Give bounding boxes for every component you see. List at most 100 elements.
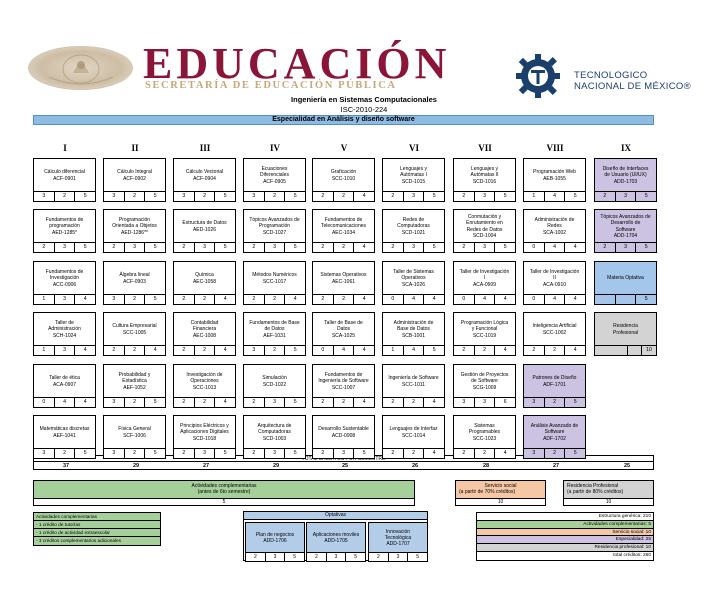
subject-card[interactable]: Fundamentos de Base de Datos AEF-1031 3 2 5 [243, 312, 306, 356]
subject-credits: 32 5 [104, 448, 165, 458]
subject-card[interactable]: Graficación SCC-1010 2 2 4 [312, 158, 375, 202]
credit-cell: 2 [313, 398, 334, 407]
subject-card[interactable]: Lenguajes de Interfaz SCC-1014 2 2 4 [382, 415, 445, 459]
subject-card[interactable]: Taller de ética ACA-0907 0 4 4 [33, 364, 96, 408]
semester-header: VIII [546, 143, 564, 153]
subject-name: Álgebra lineal ACF-0903 [119, 272, 150, 285]
subject-card[interactable]: Arquitectura de Computadoras SCD-1003 2 3 5 [243, 415, 306, 459]
subject-credits: 044 [524, 242, 585, 252]
semester-header: V [340, 143, 348, 153]
credit-cell: 2 [34, 243, 55, 252]
credit-cell: 5 [153, 450, 157, 456]
subject-card[interactable]: Programación Web AEB-1055 1 4 5 [523, 158, 586, 202]
credit-cell: 5 [573, 193, 577, 199]
subject-card[interactable]: Simulación SCD-1022 2 3 5 [243, 364, 306, 408]
subject-card[interactable]: Contabilidad Financiera AEC-1008 2 2 4 [173, 312, 236, 356]
subject-credits: 22 4 [454, 448, 515, 458]
subject-card[interactable]: Administración de Redes SCA-1002 0 4 4 [523, 209, 586, 253]
subject-card[interactable]: Tópicos Avanzados de Desarrollo de Softw… [594, 209, 657, 253]
subject-card[interactable]: Análisis Avanzado de Software ADF-1702 3 2… [523, 415, 586, 459]
subject-card[interactable]: Métodos Numéricos SCC-1017 2 2 4 [243, 261, 306, 305]
credit-cell: 3 [475, 243, 496, 252]
subject-card[interactable]: Investigación de Operaciones SCC-1013 2 2 4 [173, 364, 236, 408]
total-credits-value: 29 [272, 463, 280, 469]
subject-card[interactable]: Química AEC-1058 2 2 4 [173, 261, 236, 305]
subject-card[interactable]: Cultura Empresarial SCC-1005 2 2 4 [103, 312, 166, 356]
subject-card[interactable]: Materia Optativa 5 [594, 261, 657, 305]
optativa-card[interactable]: Innovación Tecnológica ADD-1707 2 3 5 [368, 522, 428, 562]
subject-card[interactable]: Tópicos Avanzados de Programación SCD-10… [243, 209, 306, 253]
subject-credits: 32 5 [524, 397, 585, 407]
subject-card[interactable]: Lenguajes y Autómatas I SCD-1015 2 3 5 [382, 158, 445, 202]
subject-credits: 22 4 [244, 294, 305, 304]
subject-card[interactable]: Cálculo Integral ACF-0902 3 2 5 [103, 158, 166, 202]
subject-card[interactable]: Taller de Investigación I ACA-0909 0 4 4 [453, 261, 516, 305]
subject-card[interactable]: Cálculo diferencial ACF-0901 3 2 5 [33, 158, 96, 202]
subject-credits: 32 5 [244, 345, 305, 355]
subject-card[interactable]: Matemáticas discretas AEF-1041 3 2 5 [33, 415, 96, 459]
subject-name: Taller de Investigación II ACA-0910 [529, 269, 580, 288]
subject-card[interactable]: Principios Eléctricos y Aplicaciones Dig… [173, 415, 236, 459]
subject-card[interactable]: Álgebra lineal ACF-0903 3 2 5 [103, 261, 166, 305]
subject-card[interactable]: Fundamentos de Ingeniería de Software SC… [312, 364, 375, 408]
subject-name: Investigación de Operaciones SCC-1013 [186, 372, 223, 391]
credit-cell: 5 [83, 450, 87, 456]
subject-name: Administración de Redes SCA-1002 [534, 217, 575, 236]
subject-name: Contabilidad Financiera AEC-1008 [190, 320, 219, 339]
total-credits-value: 27 [552, 463, 560, 469]
subject-card[interactable]: Sistemas Operativos AEC-1061 2 2 4 [312, 261, 375, 305]
subject-card[interactable]: Patrones de Diseño ADF-1701 3 2 5 [523, 364, 586, 408]
subject-card[interactable]: Inteligencia Artificial SCC-1002 2 2 4 [523, 312, 586, 356]
subject-credits: 32 5 [34, 191, 95, 201]
subject-card[interactable]: Administración de Base de Datos SCB-1001… [382, 312, 445, 356]
subject-card[interactable]: Redes de Computadoras SCD-1021 2 3 5 [382, 209, 445, 253]
subject-card[interactable]: Desarrollo Sustentable ACD-0908 2 3 5 [312, 415, 375, 459]
subject-name: Gestión de Proyectos de Software SCG-100… [460, 372, 509, 391]
subject-card[interactable]: Física General SCF-1006 3 2 5 [103, 415, 166, 459]
subject-card[interactable]: Diseño de Interfaces de Usuario (UI/UX) … [594, 158, 657, 202]
credit-cell: 4 [573, 296, 577, 302]
subject-card[interactable]: Gestión de Proyectos de Software SCG-100… [453, 364, 516, 408]
subject-name: Fundamentos de Investigación ACC-0906 [45, 269, 84, 288]
credit-cell: 3 [524, 449, 545, 458]
subject-card[interactable]: Conmutación y Enrutamiento en Redes de D… [453, 209, 516, 253]
credit-cell: 0 [454, 295, 475, 304]
credit-cell: 2 [307, 553, 327, 561]
credit-cell: 4 [362, 244, 366, 250]
optativa-name: Aplicaciones moviles ADD-1705 [312, 532, 360, 544]
subject-card[interactable]: Fundamentos de Investigación ACC-0906 1 3 4 [33, 261, 96, 305]
subject-card[interactable]: Cálculo Vectorial ACF-0904 3 2 5 [173, 158, 236, 202]
credit-cell: 2 [174, 346, 195, 355]
tecnm-logo-text: TECNOLOGICO NACIONAL DE MÉXICO® [574, 70, 691, 92]
credit-cell: 3 [475, 192, 496, 201]
subject-card[interactable]: Probabilidad y Estadística AEF-1052 3 2 5 [103, 364, 166, 408]
subject-card[interactable]: Fundamentos de Telecomunicaciones AEC-10… [312, 209, 375, 253]
subject-card[interactable]: Taller de Administración SCH-1024 1 3 4 [33, 312, 96, 356]
subject-card[interactable]: Sistemas Programables SCC-1023 2 2 4 [453, 415, 516, 459]
subject-name: Simulación SCD-1022 [262, 375, 287, 388]
credit-cell: 3 [265, 398, 286, 407]
subject-card[interactable]: Taller de Base de Datos SCA-1025 0 4 4 [312, 312, 375, 356]
credit-cell: 5 [573, 450, 577, 456]
credit-cell: 2 [454, 449, 475, 458]
optativa-card[interactable]: Aplicaciones moviles ADD-1705 2 3 5 [306, 522, 366, 562]
subject-card[interactable]: Estructura de Datos AED-1026 2 3 5 [173, 209, 236, 253]
subject-card[interactable]: Taller de Sistemas Operativos SCA-1026 0 4… [382, 261, 445, 305]
subject-credits: 14 5 [383, 345, 444, 355]
subject-card[interactable]: Programación Lógica y Funcional SCC-1019… [453, 312, 516, 356]
subject-card[interactable]: Residencia Profesional 10 [594, 312, 657, 356]
subject-card[interactable]: Ingeniería de Software SCC-1011 2 2 4 [382, 364, 445, 408]
subject-credits: 044 [454, 294, 515, 304]
credit-cell: 2 [383, 449, 404, 458]
credit-cell: 2 [195, 192, 216, 201]
complementary-activities-list: Actividades complementarias - 1 crédito … [33, 512, 161, 546]
subject-card[interactable]: Fundamentos de programación AED-1285* 2 3 5 [33, 209, 96, 253]
optativa-card[interactable]: Plan de negocios ADD-1706 2 3 5 [245, 522, 305, 562]
subject-card[interactable]: Programación Orientada a Objetos AED-128… [103, 209, 166, 253]
credit-cell: 5 [83, 193, 87, 199]
credit-cell: 2 [454, 346, 475, 355]
subject-card[interactable]: Ecuaciones Diferenciales ACF-0905 3 2 5 [243, 158, 306, 202]
subject-card[interactable]: Lenguajes y Autómatas II SCD-1016 2 3 5 [453, 158, 516, 202]
subject-credits: 22 4 [174, 294, 235, 304]
subject-card[interactable]: Taller de Investigación II ACA-0910 0 4 4 [523, 261, 586, 305]
